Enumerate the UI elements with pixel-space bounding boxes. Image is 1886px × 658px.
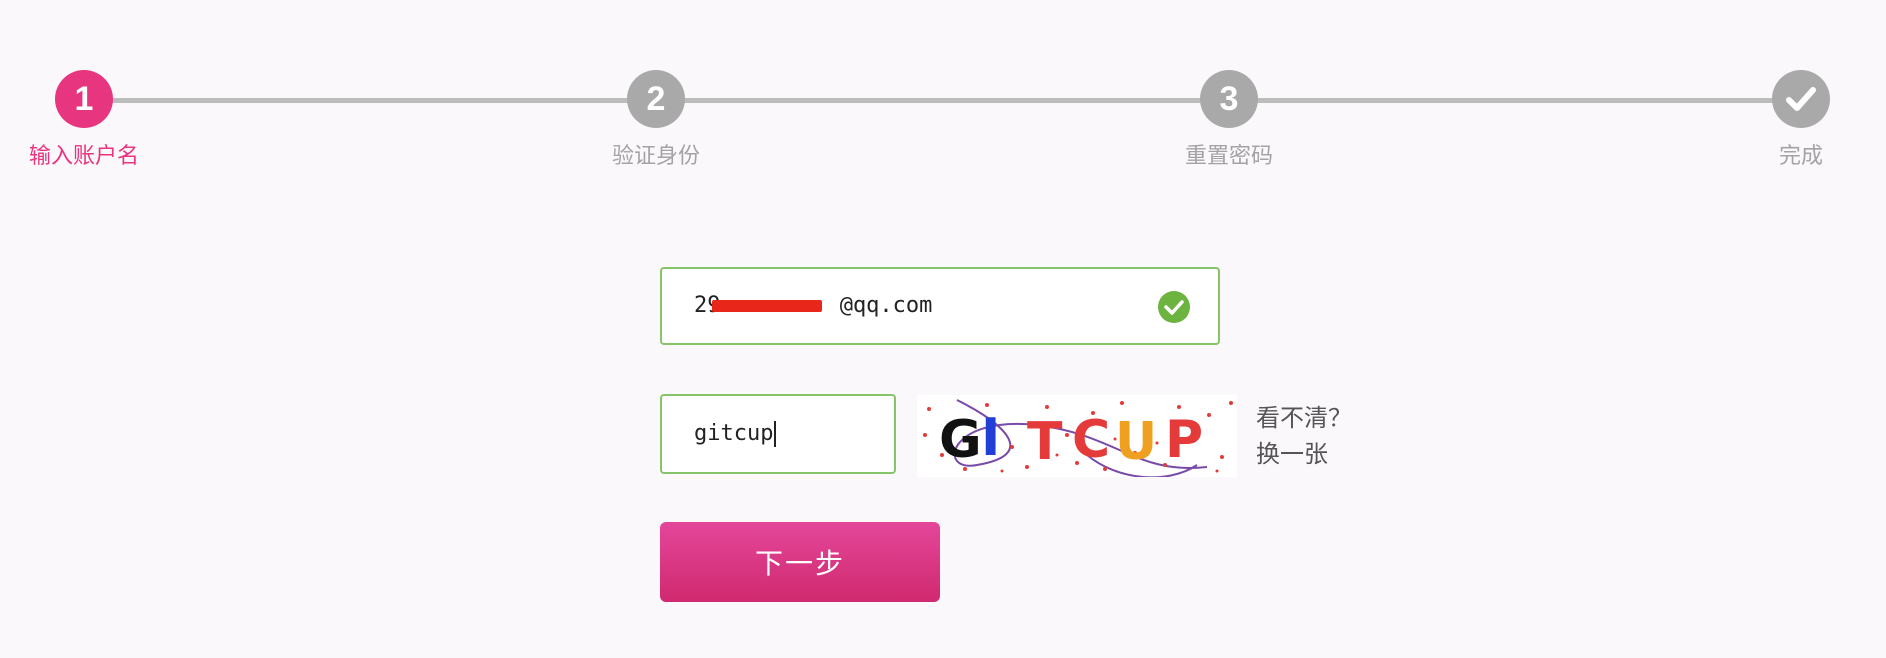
step-3-number: 3 <box>1200 70 1258 128</box>
svg-text:C: C <box>1072 410 1110 470</box>
captcha-input-value[interactable]: gitcup <box>694 396 777 472</box>
check-circle-icon <box>1158 291 1190 323</box>
captcha-refresh-link[interactable]: 看不清？ 换一张 <box>1256 400 1366 472</box>
step-4-label: 完成 <box>1778 144 1823 169</box>
svg-text:U: U <box>1115 412 1157 472</box>
step-reset-password: 3 重置密码 <box>1139 70 1319 170</box>
step-complete: 完成 <box>1711 70 1886 170</box>
captcha-refresh-line1[interactable]: 看不清？ <box>1256 400 1366 436</box>
account-field[interactable]: 29 @qq.com <box>660 267 1220 345</box>
progress-stepper: 1 输入账户名 2 验证身份 3 重置密码 完成 <box>0 0 1886 190</box>
step-1-number: 1 <box>55 70 113 128</box>
svg-text:P: P <box>1165 410 1203 470</box>
step-1-label: 输入账户名 <box>28 144 139 169</box>
step-enter-account: 1 输入账户名 <box>0 70 174 170</box>
progress-track <box>84 98 1802 103</box>
step-verify-identity: 2 验证身份 <box>566 70 746 170</box>
svg-text:I: I <box>981 408 1000 468</box>
captcha-field[interactable]: gitcup <box>660 394 896 474</box>
svg-text:T: T <box>1027 412 1063 472</box>
text-caret <box>774 421 777 447</box>
step-2-number: 2 <box>627 70 685 128</box>
captcha-noise: G I T C U P <box>923 399 1233 477</box>
captcha-image[interactable]: G I T C U P <box>917 395 1237 477</box>
redaction-mark <box>712 300 822 312</box>
step-2-label: 验证身份 <box>611 144 700 169</box>
check-icon <box>1772 70 1830 128</box>
next-step-button[interactable]: 下一步 <box>660 522 940 602</box>
captcha-refresh-line2[interactable]: 换一张 <box>1256 436 1366 472</box>
step-3-label: 重置密码 <box>1184 144 1273 169</box>
svg-text:G: G <box>939 410 982 470</box>
